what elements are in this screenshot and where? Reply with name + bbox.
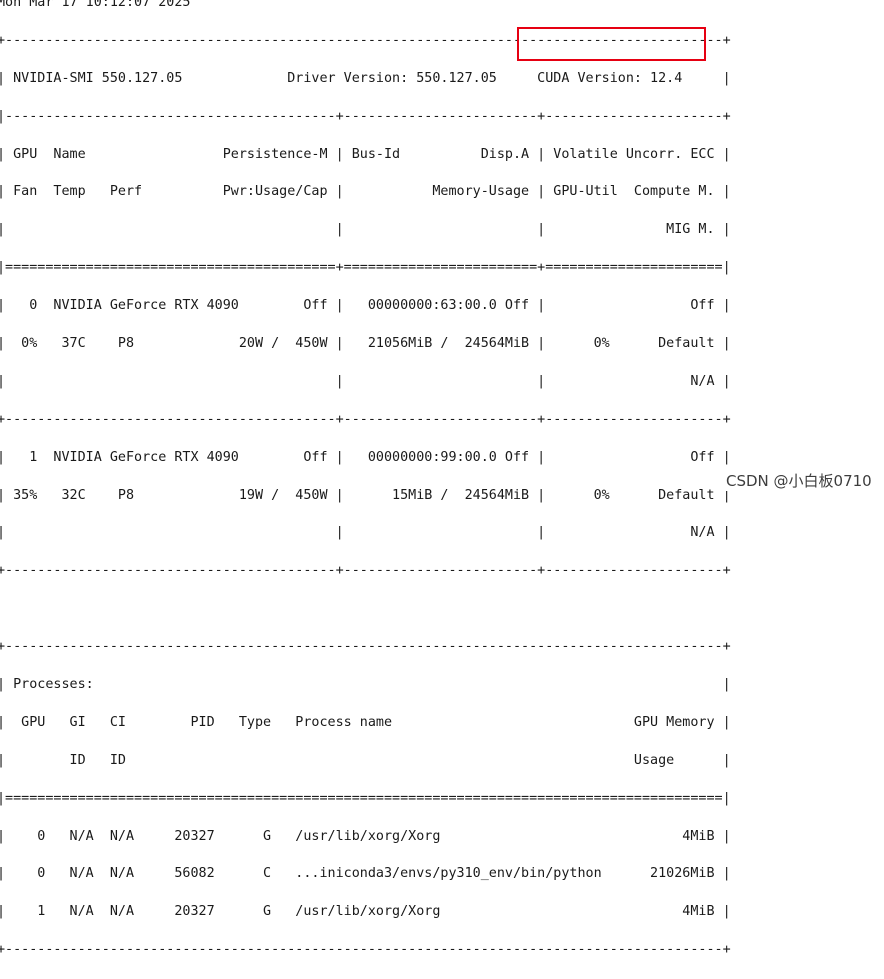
process-row: | 0 N/A N/A 20327 G /usr/lib/xorg/Xorg 4… [0,828,731,844]
process-header-row: | ID ID Usage | [0,752,731,768]
cuda-version-highlight-box [517,27,706,61]
table-border: +---------------------------------------… [0,942,731,958]
table-divider: +---------------------------------------… [0,411,731,427]
version-header-row: | NVIDIA-SMI 550.127.05 Driver Version: … [0,70,731,86]
gpu-row: | | | N/A | [0,525,731,541]
gpu-row: | | | N/A | [0,373,731,389]
gpu-row: | 0% 37C P8 20W / 450W | 21056MiB / 2456… [0,336,731,352]
processes-title-row: | Processes: | [0,677,731,693]
table-divider: |=======================================… [0,790,731,806]
table-border: +---------------------------------------… [0,639,731,655]
table-divider: |---------------------------------------… [0,108,731,124]
terminal-output: Mon Mar 17 10:12:07 2025 +--------------… [0,0,731,979]
watermark: CSDN @小白板0710 [724,470,874,491]
column-header-row: | GPU Name Persistence-M | Bus-Id Disp.A… [0,146,731,162]
gpu-row: | 1 NVIDIA GeForce RTX 4090 Off | 000000… [0,449,731,465]
process-header-row: | GPU GI CI PID Type Process name GPU Me… [0,714,731,730]
process-row: | 0 N/A N/A 56082 C ...iniconda3/envs/py… [0,866,731,882]
column-header-row: | | | MIG M. | [0,222,731,238]
table-divider: |=======================================… [0,260,731,276]
process-row: | 1 N/A N/A 20327 G /usr/lib/xorg/Xorg 4… [0,904,731,920]
gpu-row: | 0 NVIDIA GeForce RTX 4090 Off | 000000… [0,298,731,314]
gpu-row: | 35% 32C P8 19W / 450W | 15MiB / 24564M… [0,487,731,503]
timestamp-line: Mon Mar 17 10:12:07 2025 [0,0,191,10]
column-header-row: | Fan Temp Perf Pwr:Usage/Cap | Memory-U… [0,184,731,200]
table-border: +---------------------------------------… [0,563,731,579]
